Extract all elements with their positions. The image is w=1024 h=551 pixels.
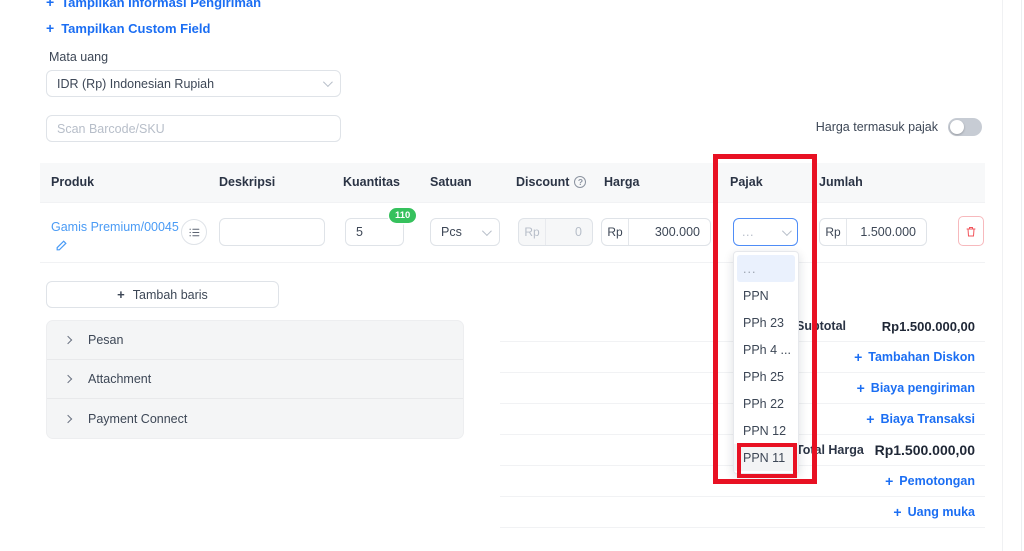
price-value: 300.000 <box>654 225 700 239</box>
header-jumlah: Jumlah <box>819 175 863 189</box>
table-row-divider <box>40 262 985 263</box>
show-custom-field-label: Tampilkan Custom Field <box>61 20 211 36</box>
chevron-right-icon <box>63 335 73 345</box>
summary-row-down-payment[interactable]: + Uang muka <box>500 497 985 528</box>
price-currency-prefix: Rp <box>602 219 629 245</box>
show-custom-field-link[interactable]: + Tampilkan Custom Field <box>46 20 210 36</box>
accordion-label: Payment Connect <box>88 411 188 426</box>
description-list-icon[interactable] <box>181 219 207 245</box>
summary-label: Total Harga <box>796 443 864 457</box>
accordion-label: Attachment <box>88 372 152 386</box>
discount-input[interactable]: Rp 0 <box>518 218 593 246</box>
add-down-payment-label: Uang muka <box>907 505 975 519</box>
tax-option-pph-25[interactable]: PPh 25 <box>734 363 798 390</box>
price-input[interactable]: Rp 300.000 <box>601 218 711 246</box>
header-discount-label: Discount <box>516 175 570 189</box>
tax-option-pph-22[interactable]: PPh 22 <box>734 390 798 417</box>
plus-icon: + <box>885 473 894 489</box>
show-shipping-info-link[interactable]: + Tampilkan Informasi Pengiriman <box>46 0 261 10</box>
add-row-label: Tambah baris <box>132 287 208 302</box>
add-withholding-link[interactable]: + Pemotongan <box>885 473 975 489</box>
currency-select[interactable]: IDR (Rp) Indonesian Rupiah <box>46 70 341 97</box>
panel-divider <box>1002 0 1003 551</box>
header-produk: Produk <box>51 175 95 189</box>
plus-icon: + <box>866 411 875 427</box>
add-withholding-label: Pemotongan <box>899 474 975 488</box>
tax-inclusive-toggle[interactable] <box>948 118 982 136</box>
tax-select[interactable]: ... <box>733 218 798 246</box>
summary-label: Subtotal <box>796 319 846 333</box>
unit-select[interactable]: Pcs <box>430 218 500 246</box>
chevron-down-icon <box>322 77 333 88</box>
show-shipping-info-label: Tampilkan Informasi Pengiriman <box>61 0 262 10</box>
amount-currency-prefix: Rp <box>820 219 847 245</box>
add-shipping-cost-label: Biaya pengiriman <box>870 381 975 395</box>
chevron-down-icon <box>781 225 792 236</box>
add-discount-label: Tambahan Diskon <box>868 350 975 364</box>
barcode-placeholder: Scan Barcode/SKU <box>57 121 165 136</box>
tax-option-ppn[interactable]: PPN <box>734 282 798 309</box>
discount-currency-prefix: Rp <box>519 219 546 245</box>
add-transaction-fee-link[interactable]: + Biaya Transaksi <box>866 411 975 427</box>
tax-option-ppn-11[interactable]: PPN 11 <box>734 444 798 471</box>
plus-icon: + <box>46 0 55 10</box>
toggle-knob <box>950 120 964 134</box>
accordion-item-pesan[interactable]: Pesan <box>47 321 463 360</box>
currency-label: Mata uang <box>49 50 109 64</box>
chevron-right-icon <box>63 374 73 384</box>
add-shipping-cost-link[interactable]: + Biaya pengiriman <box>857 380 975 396</box>
add-discount-link[interactable]: + Tambahan Diskon <box>854 349 975 365</box>
header-harga: Harga <box>604 175 640 189</box>
add-row-button[interactable]: + Tambah baris <box>46 281 279 308</box>
tax-option-pph-4[interactable]: PPh 4 ... <box>734 336 798 363</box>
amount-input[interactable]: Rp 1.500.000 <box>819 218 927 246</box>
add-down-payment-link[interactable]: + Uang muka <box>893 504 975 520</box>
unit-value: Pcs <box>441 225 462 239</box>
tax-dropdown-list[interactable]: ... PPN PPh 23 PPh 4 ... PPh 25 PPh 22 P… <box>733 251 799 474</box>
tax-option-blank[interactable]: ... <box>737 255 795 282</box>
quantity-value: 5 <box>356 225 363 239</box>
table-header-divider <box>40 202 985 203</box>
accordion-item-payment-connect[interactable]: Payment Connect <box>47 399 463 438</box>
accordion-group: Pesan Attachment Payment Connect <box>46 320 464 439</box>
accordion-item-attachment[interactable]: Attachment <box>47 360 463 399</box>
chevron-right-icon <box>63 414 73 423</box>
header-discount: Discount ? <box>516 175 587 189</box>
plus-icon: + <box>117 287 125 302</box>
tax-inclusive-control[interactable]: Harga termasuk pajak <box>816 118 982 136</box>
header-satuan: Satuan <box>430 175 472 189</box>
tax-option-pph-23[interactable]: PPh 23 <box>734 309 798 336</box>
currency-value: IDR (Rp) Indonesian Rupiah <box>57 76 215 91</box>
pencil-icon[interactable] <box>55 239 68 255</box>
header-deskripsi: Deskripsi <box>219 175 276 189</box>
discount-value: 0 <box>575 225 582 239</box>
plus-icon: + <box>46 20 55 36</box>
tax-inclusive-label: Harga termasuk pajak <box>815 120 938 134</box>
chevron-down-icon <box>481 225 492 236</box>
plus-icon: + <box>893 504 902 520</box>
tax-option-ppn-12[interactable]: PPN 12 <box>734 417 798 444</box>
plus-icon: + <box>856 380 865 396</box>
stock-badge: 110 <box>389 208 417 223</box>
barcode-input[interactable]: Scan Barcode/SKU <box>46 115 341 142</box>
summary-total-amount: Rp1.500.000,00 <box>874 442 975 458</box>
header-kuantitas: Kuantitas <box>343 175 400 189</box>
panel-divider-outer <box>1021 0 1022 551</box>
help-circle-icon[interactable]: ? <box>574 176 587 188</box>
delete-row-button[interactable] <box>958 216 984 246</box>
plus-icon: + <box>854 349 863 365</box>
amount-value: 1.500.000 <box>860 225 916 239</box>
accordion-label: Pesan <box>88 333 124 347</box>
summary-amount: Rp1.500.000,00 <box>881 318 975 334</box>
description-input[interactable] <box>219 218 325 246</box>
tax-selected-value: ... <box>742 225 754 239</box>
product-name-link[interactable]: Gamis Premium/00045 <box>51 220 179 234</box>
header-pajak: Pajak <box>730 175 763 189</box>
add-transaction-fee-label: Biaya Transaksi <box>880 412 975 426</box>
line-items-table-header: Produk Deskripsi Kuantitas Satuan Discou… <box>40 163 985 202</box>
invoice-line-items-page: + Tampilkan Informasi Pengiriman + Tampi… <box>0 0 1024 551</box>
